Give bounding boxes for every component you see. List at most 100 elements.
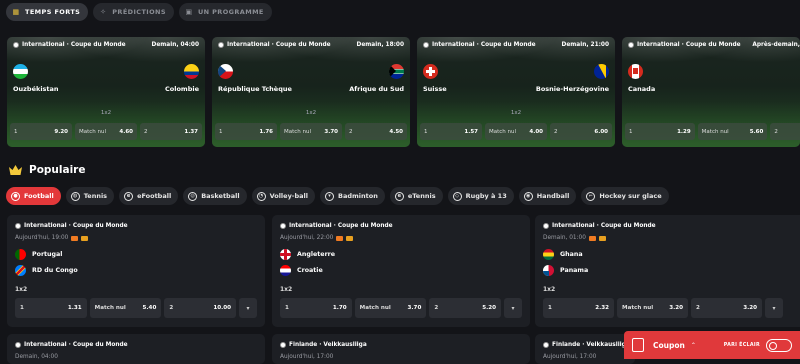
flag-ghana-icon: [543, 249, 554, 260]
flag-czech-icon: [218, 64, 233, 79]
tab-predictions[interactable]: ✧ PRÉDICTIONS: [93, 3, 174, 21]
flag-portugal-icon: [15, 249, 26, 260]
highlights-carousel: International · Coupe du Monde Demain, 04…: [7, 37, 800, 147]
match-card[interactable]: International · Coupe du Monde Demain, 0…: [535, 215, 800, 327]
flag-canada-icon: [628, 64, 643, 79]
odds-away-button[interactable]: 2 6.00: [550, 123, 612, 140]
more-markets-button[interactable]: ▾: [239, 298, 258, 318]
section-header: Populaire: [9, 164, 85, 176]
odds-draw-button[interactable]: Match nul 5.60: [697, 123, 768, 140]
live-tv-icon: [71, 235, 79, 241]
calendar-icon: ▣: [185, 8, 193, 16]
football-icon: [280, 342, 286, 348]
odds-home-button[interactable]: 1 1.76: [215, 123, 277, 140]
match-card[interactable]: International · Coupe du Monde Demain, 0…: [7, 334, 265, 364]
match-card[interactable]: International · Coupe du Monde Aujourd'h…: [7, 215, 265, 327]
flag-england-icon: [280, 249, 291, 260]
highlight-card[interactable]: International · Coupe du Monde Demain, 21…: [417, 37, 615, 147]
boost-icon: [598, 235, 606, 241]
sparkle-icon: ✧: [100, 8, 107, 16]
more-markets-button[interactable]: ▾: [504, 298, 523, 318]
sport-chip-football[interactable]: ● Football: [6, 187, 61, 205]
football-icon: [13, 42, 19, 48]
basketball-icon: ◎: [188, 191, 198, 201]
odds-draw-button[interactable]: Match nul 4.00: [485, 123, 547, 140]
flag-colombia-icon: [184, 64, 199, 79]
odds-draw-button[interactable]: Match nul 3.70: [354, 298, 427, 318]
rugby-ball-icon: ◇: [452, 191, 462, 201]
etennis-icon: e: [394, 191, 404, 201]
sport-chip-handball[interactable]: ◉ Handball: [518, 187, 577, 205]
football-icon: ●: [11, 191, 20, 201]
odds-home-button[interactable]: 1 1.31: [15, 298, 87, 318]
odds-away-button[interactable]: 2 1.37: [140, 123, 202, 140]
match-card[interactable]: Finlande · Veikkausliiga Aujourd'hui, 17…: [535, 334, 635, 364]
odds-draw-button[interactable]: Match nul 5.40: [89, 298, 162, 318]
efootball-icon: e: [124, 191, 134, 201]
market-label: 1x2: [100, 110, 112, 116]
team-home: République Tchèque: [218, 85, 292, 93]
coupon-bar[interactable]: Coupon ⌃ PARI ÉCLAIR: [624, 331, 800, 359]
football-icon: [15, 342, 21, 348]
odds-away-button[interactable]: 2: [770, 123, 800, 140]
flag-uzbekistan-icon: [13, 64, 28, 79]
flag-south-africa-icon: [389, 64, 404, 79]
team-away: Bosnie-Herzégovine: [535, 85, 609, 93]
more-markets-button[interactable]: ▾: [765, 298, 783, 318]
flag-croatia-icon: [280, 265, 291, 276]
odds-home-button[interactable]: 1 2.32: [543, 298, 614, 318]
grid-icon: ▦: [12, 8, 20, 16]
odds-home-button[interactable]: 1 1.29: [625, 123, 695, 140]
sport-chip-efootball[interactable]: e eFootball: [119, 187, 179, 205]
football-icon: [15, 223, 21, 229]
sport-chip-basketball[interactable]: ◎ Basketball: [183, 187, 247, 205]
odds-draw-button[interactable]: Match nul 3.70: [280, 123, 342, 140]
odds-away-button[interactable]: 2 4.50: [345, 123, 407, 140]
tab-temps-forts[interactable]: ▦ TEMPS FORTS: [6, 3, 89, 21]
odds-draw-button[interactable]: Match nul 3.20: [617, 298, 688, 318]
market-label: 1x2: [510, 110, 522, 116]
sport-chip-etennis[interactable]: e eTennis: [389, 187, 443, 205]
sport-chip-badminton[interactable]: ▾ Badminton: [320, 187, 385, 205]
football-icon: [280, 223, 286, 229]
shuttlecock-icon: ▾: [325, 191, 334, 201]
odds-home-button[interactable]: 1 1.57: [420, 123, 482, 140]
match-card[interactable]: Finlande · Veikkausliiga Aujourd'hui, 17…: [272, 334, 530, 364]
football-icon: [218, 42, 224, 48]
boost-icon: [81, 235, 89, 241]
odds-away-button[interactable]: 2 5.20: [429, 298, 502, 318]
team-home: Canada: [628, 85, 656, 93]
highlight-card[interactable]: International · Coupe du Monde Demain, 18…: [212, 37, 410, 147]
team-away: Afrique du Sud: [349, 85, 404, 93]
live-tv-icon: [336, 235, 344, 241]
football-icon: [423, 42, 429, 48]
sport-chip-volleyball[interactable]: ◔ Volley-ball: [251, 187, 315, 205]
team-home: Suisse: [423, 85, 447, 93]
handball-icon: ◉: [523, 191, 533, 201]
market-label: 1x2: [305, 110, 317, 116]
highlight-card[interactable]: International · Coupe du Monde Demain, 04…: [7, 37, 205, 147]
sport-chip-rugby[interactable]: ◇ Rugby à 13: [447, 187, 514, 205]
team-away: Colombie: [165, 85, 199, 93]
flag-panama-icon: [543, 265, 554, 276]
live-tv-icon: [588, 235, 596, 241]
flag-dr-congo-icon: [15, 265, 26, 276]
sport-filter: ● Football ◍ Tennis e eFootball ◎ Basketball…: [6, 187, 669, 205]
odds-draw-button[interactable]: Match nul 4.60: [75, 123, 137, 140]
odds-away-button[interactable]: 2 3.20: [691, 298, 762, 318]
sport-chip-hockey[interactable]: ⌐ Hockey sur glace: [581, 187, 669, 205]
highlight-card[interactable]: International · Coupe du Monde Après-dema…: [622, 37, 800, 147]
top-nav: ▦ TEMPS FORTS ✧ PRÉDICTIONS ▣ UN PROGRAMME: [6, 3, 272, 21]
odds-home-button[interactable]: 1 1.70: [280, 298, 352, 318]
hockey-stick-icon: ⌐: [586, 191, 596, 201]
tab-un-programme[interactable]: ▣ UN PROGRAMME: [178, 3, 272, 21]
match-card[interactable]: International · Coupe du Monde Aujourd'h…: [272, 215, 530, 327]
football-icon: [543, 223, 549, 229]
team-home: Ouzbékistan: [13, 85, 59, 93]
quick-bet-toggle[interactable]: [766, 338, 792, 352]
sport-chip-tennis[interactable]: ◍ Tennis: [65, 187, 115, 205]
odds-away-button[interactable]: 2 10.00: [164, 298, 237, 318]
flag-bosnia-icon: [594, 64, 609, 79]
odds-home-button[interactable]: 1 9.20: [10, 123, 72, 140]
tennis-icon: ◍: [70, 191, 80, 201]
